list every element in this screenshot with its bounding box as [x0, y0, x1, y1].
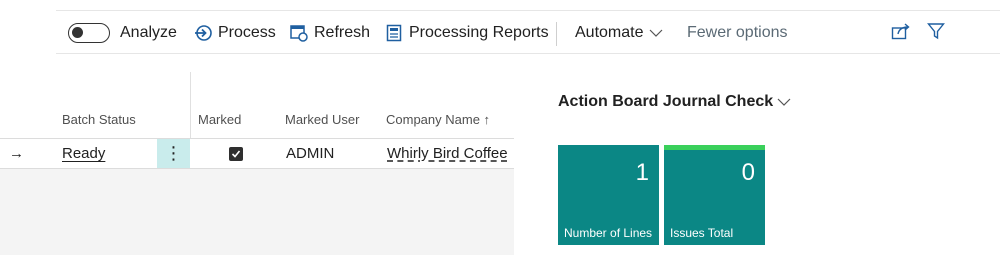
tile-label: Issues Total	[670, 226, 734, 240]
filter-button[interactable]	[927, 11, 945, 55]
tile-value: 0	[741, 159, 755, 186]
checkmark-icon	[229, 146, 243, 161]
process-button[interactable]: Process	[193, 11, 276, 55]
cue-tile-number-of-lines[interactable]: 1 Number of Lines	[558, 145, 659, 245]
batch-status-cell[interactable]: Ready	[62, 139, 105, 168]
refresh-icon	[289, 23, 309, 43]
chevron-down-icon	[777, 97, 791, 107]
grid-empty-area	[0, 169, 514, 255]
report-icon	[384, 23, 404, 43]
factbox-title: Action Board Journal Check	[558, 93, 774, 110]
tile-label: Number of Lines	[564, 226, 653, 240]
analyze-label: Analyze	[120, 24, 177, 41]
column-header-marked-user[interactable]: Marked User	[285, 112, 359, 127]
factbox-header[interactable]: Action Board Journal Check	[558, 93, 791, 111]
column-header-batch-status[interactable]: Batch Status	[62, 112, 136, 127]
tile-value: 1	[635, 159, 649, 186]
fewer-options-label: Fewer options	[687, 24, 788, 41]
analyze-toggle[interactable]: Analyze	[68, 11, 177, 55]
process-label: Process	[218, 24, 276, 41]
share-icon	[891, 22, 911, 45]
fewer-options-button[interactable]: Fewer options	[687, 11, 788, 55]
table-row[interactable]: → Ready ⋮ ADMIN Whirly Bird Coffee	[0, 138, 514, 169]
column-header-marked[interactable]: Marked	[198, 112, 241, 127]
marked-user-cell: ADMIN	[286, 145, 335, 162]
process-arrow-icon	[193, 23, 213, 43]
tile-status-bar	[664, 145, 765, 150]
filter-icon	[927, 22, 945, 45]
toggle-switch-icon[interactable]	[68, 23, 110, 43]
company-name-cell[interactable]: Whirly Bird Coffee	[387, 139, 514, 168]
row-menu-button[interactable]: ⋮	[157, 139, 190, 168]
more-options-icon: ⋮	[164, 143, 183, 163]
refresh-label: Refresh	[314, 24, 371, 41]
chevron-down-icon	[649, 28, 663, 38]
processing-reports-label: Processing Reports	[409, 24, 549, 41]
toolbar-separator	[556, 22, 557, 46]
automate-menu[interactable]: Automate	[575, 11, 663, 55]
marked-checkbox[interactable]	[229, 139, 243, 168]
processing-reports-button[interactable]: Processing Reports	[384, 11, 549, 55]
automate-label: Automate	[575, 24, 644, 41]
share-button[interactable]	[891, 11, 911, 55]
current-row-arrow-icon: →	[9, 145, 24, 162]
column-divider	[190, 72, 191, 138]
refresh-button[interactable]: Refresh	[289, 11, 370, 55]
batch-grid: Batch Status Marked Marked User Company …	[0, 72, 514, 255]
column-header-company-name[interactable]: Company Name ↑	[386, 112, 490, 127]
action-bar: Analyze Process Refresh Processing Repor…	[56, 10, 1000, 54]
cue-tile-issues-total[interactable]: 0 Issues Total	[664, 145, 765, 245]
